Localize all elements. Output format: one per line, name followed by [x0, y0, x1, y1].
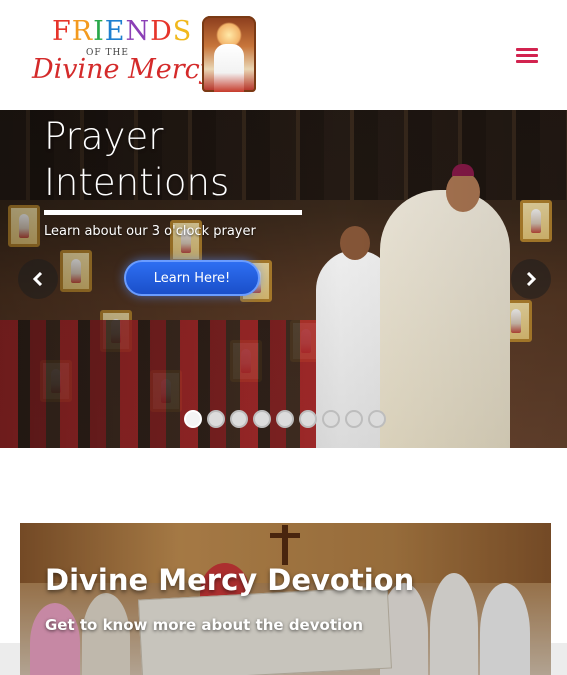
- logo-letter: S: [172, 16, 193, 47]
- slider-prev-button[interactable]: [18, 259, 58, 299]
- site-logo[interactable]: FRIENDS OF THE Divine Mercy: [30, 14, 260, 96]
- slider-dot[interactable]: [184, 410, 202, 428]
- slider-dot[interactable]: [345, 410, 363, 428]
- card-subtitle: Get to know more about the devotion: [45, 616, 364, 634]
- hero-title: Prayer Intentions: [44, 114, 229, 206]
- slider-dot[interactable]: [230, 410, 248, 428]
- card-title: Divine Mercy Devotion: [45, 563, 415, 597]
- logo-letter: D: [150, 16, 173, 47]
- slider-dot[interactable]: [276, 410, 294, 428]
- devotion-card[interactable]: Divine Mercy Devotion Get to know more a…: [20, 523, 551, 675]
- slider-dot[interactable]: [322, 410, 340, 428]
- chevron-left-icon: [32, 272, 43, 286]
- logo-letter: F: [52, 16, 72, 47]
- slider-dot[interactable]: [207, 410, 225, 428]
- site-header: FRIENDS OF THE Divine Mercy: [0, 0, 567, 110]
- logo-letter: E: [104, 16, 126, 47]
- hero-title-line2: Intentions: [44, 161, 230, 204]
- slider-dot[interactable]: [299, 410, 317, 428]
- slider-dot[interactable]: [368, 410, 386, 428]
- slider-dot[interactable]: [253, 410, 271, 428]
- logo-letter: R: [71, 16, 94, 47]
- learn-here-button[interactable]: Learn Here!: [124, 260, 260, 296]
- hero-subtitle: Learn about our 3 o'clock prayer: [44, 224, 256, 239]
- divine-mercy-image: [202, 16, 256, 92]
- chevron-right-icon: [526, 272, 537, 286]
- logo-divine-mercy: Divine Mercy: [32, 54, 216, 85]
- logo-letter: I: [93, 16, 105, 47]
- hamburger-menu-icon[interactable]: [516, 48, 538, 64]
- slider-pagination: [184, 410, 386, 428]
- hero-divider: [44, 210, 302, 215]
- slider-next-button[interactable]: [511, 259, 551, 299]
- hero-slider: Prayer Intentions Learn about our 3 o'cl…: [0, 110, 567, 448]
- hero-title-line1: Prayer: [44, 115, 164, 158]
- logo-letter: N: [125, 16, 151, 47]
- logo-title-friends: FRIENDS: [52, 18, 192, 45]
